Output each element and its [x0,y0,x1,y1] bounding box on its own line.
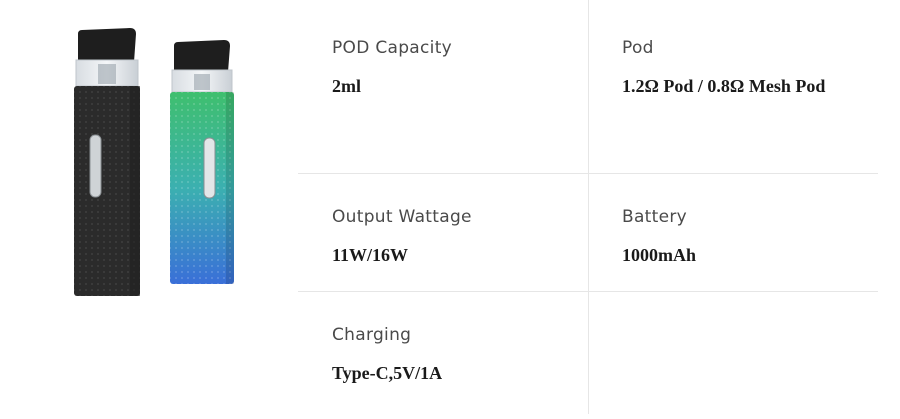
black-device [74,28,140,296]
spec-output-wattage: Output Wattage 11W/16W [332,207,592,266]
spec-label: Pod [622,38,654,58]
row-divider [298,291,878,292]
spec-value: 1000mAh [622,245,697,265]
gradient-device [170,40,234,284]
spec-label: POD Capacity [332,38,453,58]
spec-pod-capacity: POD Capacity 2ml [332,38,592,97]
spec-battery: Battery 1000mAh [622,207,882,266]
spec-label: Battery [622,207,688,227]
spec-value: Type-C,5V/1A [332,363,443,383]
product-image [0,0,298,414]
spec-value: 2ml [332,76,361,96]
spec-charging: Charging Type-C,5V/1A [332,325,592,384]
spec-label: Charging [332,325,412,345]
vape-devices-illustration [74,28,234,296]
row-divider [298,173,878,174]
spec-table: POD Capacity 2ml Pod 1.2Ω Pod / 0.8Ω Mes… [298,0,878,414]
spec-value: 11W/16W [332,245,409,265]
spec-label: Output Wattage [332,207,472,227]
spec-value: 1.2Ω Pod / 0.8Ω Mesh Pod [622,76,826,96]
spec-pod: Pod 1.2Ω Pod / 0.8Ω Mesh Pod [622,38,882,97]
